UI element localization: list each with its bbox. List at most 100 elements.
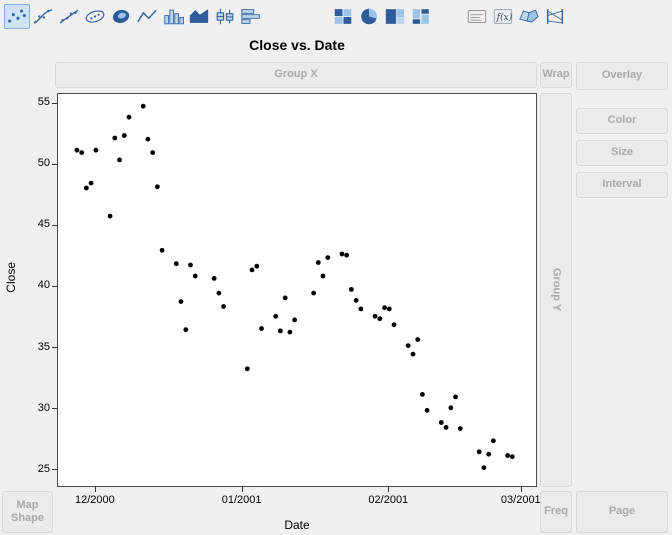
data-point[interactable] [372, 313, 378, 319]
data-point[interactable] [74, 147, 80, 153]
data-point[interactable] [410, 351, 416, 357]
data-point[interactable] [358, 306, 364, 312]
tool-box-plot-button[interactable] [212, 4, 238, 29]
data-point[interactable] [216, 290, 222, 296]
data-point[interactable] [443, 425, 449, 430]
tool-histogram-button[interactable] [238, 4, 264, 29]
data-point[interactable] [415, 337, 421, 342]
tool-caption-box-button[interactable] [464, 4, 490, 29]
data-point[interactable] [173, 261, 179, 267]
parallel-plot-icon [544, 7, 566, 26]
drop-zone-interval[interactable]: Interval [576, 172, 668, 198]
drop-zone-group-y[interactable]: Group Y [540, 93, 572, 487]
data-point[interactable] [438, 420, 444, 425]
data-point[interactable] [349, 287, 354, 292]
data-point[interactable] [183, 327, 189, 333]
data-point[interactable] [453, 394, 458, 400]
data-point[interactable] [188, 262, 193, 268]
data-point[interactable] [292, 317, 297, 323]
drop-zone-wrap[interactable]: Wrap [540, 62, 572, 88]
data-point[interactable] [211, 276, 217, 281]
data-point[interactable] [121, 133, 127, 138]
x-tick-label: 03/2001 [500, 494, 541, 506]
drop-zone-color[interactable]: Color [576, 108, 668, 134]
data-point[interactable] [476, 449, 482, 455]
data-point[interactable] [221, 304, 227, 309]
data-point[interactable] [244, 366, 250, 372]
data-point[interactable] [282, 295, 288, 301]
tool-ellipse-button[interactable] [82, 4, 108, 29]
toolbar-group [330, 4, 434, 29]
data-point[interactable] [448, 405, 454, 411]
data-point[interactable] [386, 306, 392, 312]
data-point[interactable] [145, 136, 151, 142]
data-point[interactable] [315, 260, 321, 265]
data-point[interactable] [150, 150, 156, 155]
data-point[interactable] [178, 299, 184, 304]
tool-line-of-fit-button[interactable] [56, 4, 82, 29]
scatter-plot [74, 103, 515, 471]
smoother-icon [32, 7, 54, 26]
data-point[interactable] [117, 157, 122, 163]
tool-contour-button[interactable] [108, 4, 134, 29]
tool-parallel-plot-button[interactable] [542, 4, 568, 29]
data-point[interactable] [491, 438, 496, 444]
tool-treemap-button[interactable] [382, 4, 408, 29]
tool-area-button[interactable] [186, 4, 212, 29]
data-point[interactable] [311, 290, 316, 296]
tool-bar-button[interactable] [160, 4, 186, 29]
data-point[interactable] [481, 465, 487, 471]
data-point[interactable] [344, 252, 350, 258]
data-point[interactable] [405, 343, 411, 348]
data-point[interactable] [159, 247, 165, 253]
drop-zone-overlay[interactable]: Overlay [576, 62, 668, 90]
y-axis-tick [52, 285, 57, 287]
data-point[interactable] [259, 326, 264, 331]
plot-area[interactable] [57, 93, 537, 487]
data-point[interactable] [88, 180, 94, 186]
data-point[interactable] [505, 453, 510, 458]
data-point[interactable] [278, 328, 283, 334]
tool-formula-button[interactable]: f(x) [490, 4, 516, 29]
data-point[interactable] [254, 263, 260, 269]
data-point[interactable] [79, 150, 85, 155]
tool-smoother-button[interactable] [30, 4, 56, 29]
data-point[interactable] [112, 135, 118, 141]
toolbar-group: f(x) [464, 4, 568, 29]
tool-pie-button[interactable] [356, 4, 382, 29]
data-point[interactable] [420, 392, 425, 397]
data-point[interactable] [84, 185, 89, 191]
tool-heatmap-button[interactable] [330, 4, 356, 29]
drop-zone-size[interactable]: Size [576, 140, 668, 166]
data-point[interactable] [192, 273, 198, 279]
data-point[interactable] [391, 322, 397, 328]
drop-zone-page[interactable]: Page [576, 491, 668, 533]
data-point[interactable] [140, 103, 146, 109]
data-point[interactable] [155, 184, 160, 190]
data-point[interactable] [377, 316, 383, 322]
pie-icon [358, 7, 380, 26]
data-point[interactable] [382, 305, 387, 311]
data-point[interactable] [93, 147, 99, 153]
data-point[interactable] [486, 451, 492, 457]
data-point[interactable] [320, 273, 326, 279]
drop-zone-group-x[interactable]: Group X [55, 62, 537, 88]
drop-zone-freq[interactable]: Freq [540, 491, 572, 533]
data-point[interactable] [325, 255, 331, 260]
data-point[interactable] [126, 114, 132, 120]
data-point[interactable] [273, 313, 279, 319]
formula-icon: f(x) [492, 7, 514, 26]
data-point[interactable] [287, 329, 293, 335]
tool-line-button[interactable] [134, 4, 160, 29]
data-point[interactable] [107, 213, 113, 219]
data-point[interactable] [424, 407, 430, 413]
tool-points-button[interactable] [4, 3, 30, 29]
data-point[interactable] [249, 267, 255, 273]
data-point[interactable] [353, 298, 359, 303]
data-point[interactable] [457, 426, 463, 431]
tool-map-shapes-button[interactable] [516, 4, 542, 29]
data-point[interactable] [339, 251, 345, 257]
tool-mosaic-button[interactable] [408, 4, 434, 29]
data-point[interactable] [509, 454, 515, 460]
drop-zone-map-shape[interactable]: Map Shape [2, 491, 53, 533]
